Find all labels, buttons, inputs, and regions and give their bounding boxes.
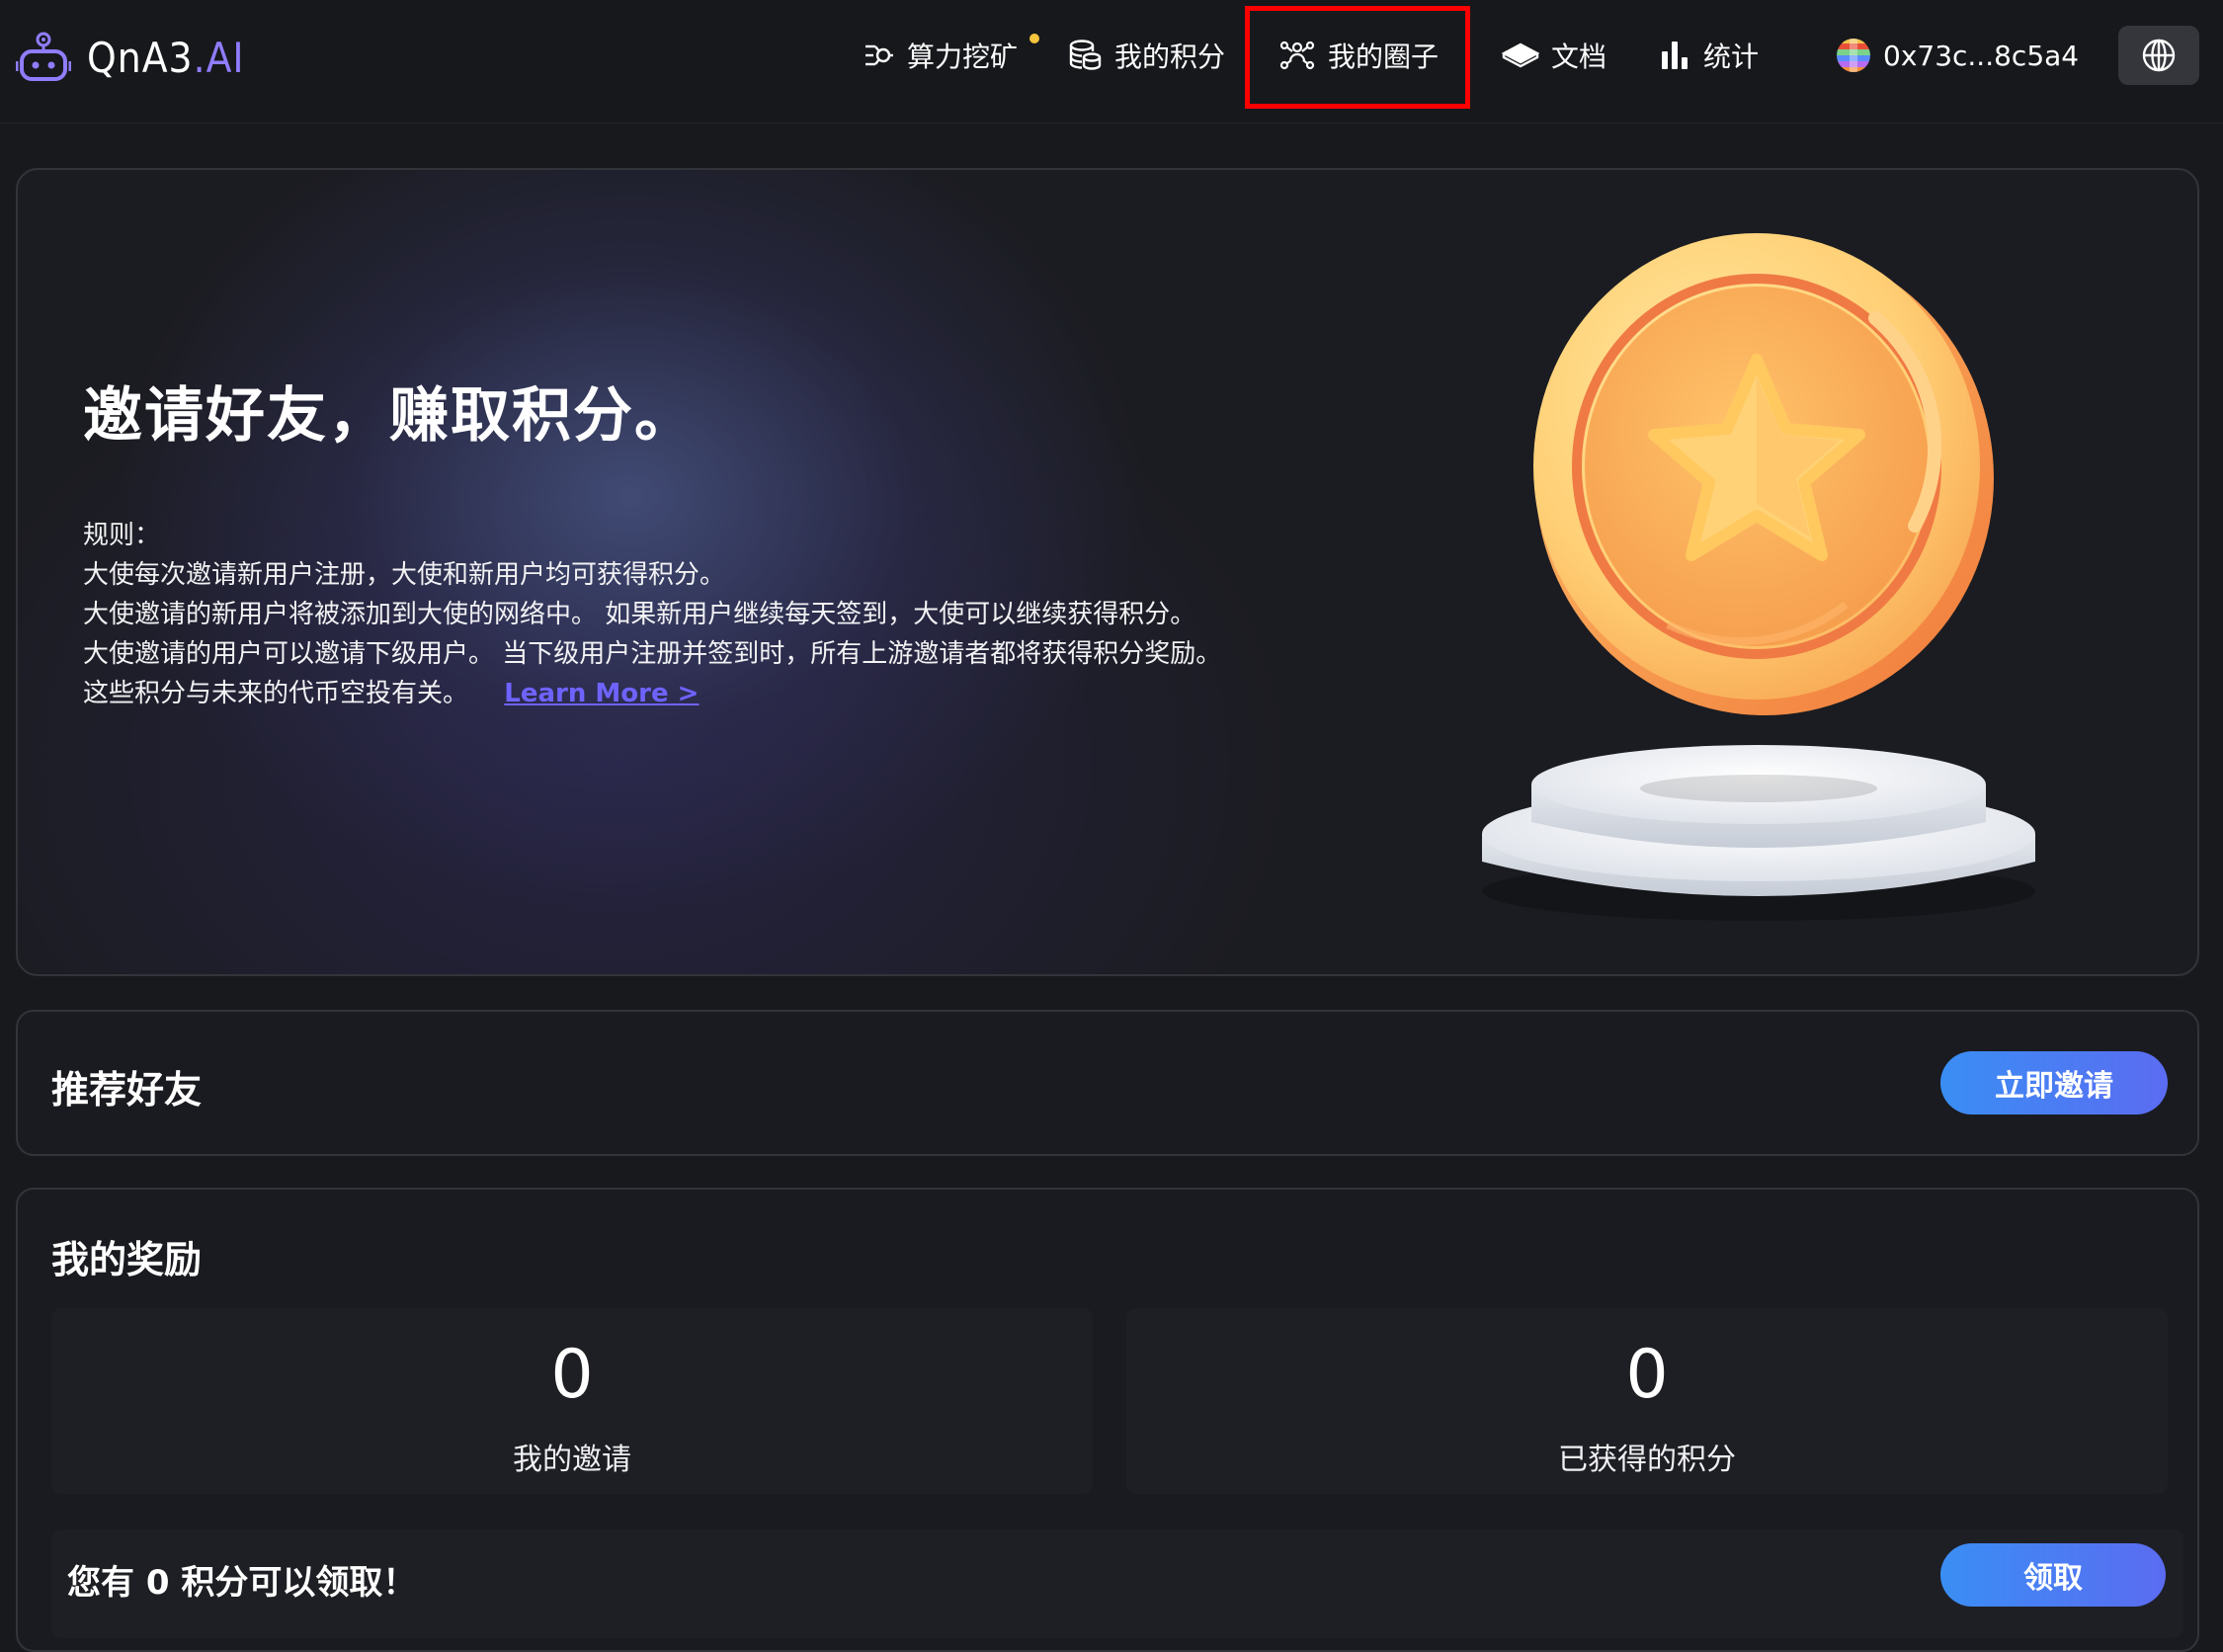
nav-stats-label: 统计 [1703, 41, 1760, 73]
brand-logo[interactable]: QnA3.AI [16, 26, 245, 89]
rule-line-text: 这些积分与未来的代币空投有关。 [83, 679, 469, 708]
invites-count: 0 [550, 1336, 594, 1414]
rules-text: 规则： 大使每次邀请新用户注册，大使和新用户均可获得积分。 大使邀请的新用户将被… [83, 516, 1308, 713]
wallet-address-button[interactable]: 0x73c...8c5a4 [1836, 30, 2079, 81]
invite-hero-card: 邀请好友，赚取积分。 规则： 大使每次邀请新用户注册，大使和新用户均可获得积分。… [16, 168, 2199, 976]
nav-my-points-label: 我的积分 [1114, 41, 1226, 73]
rewards-title: 我的奖励 [51, 1238, 203, 1281]
brand-name-main: QnA3 [87, 33, 194, 82]
nav-docs[interactable]: 文档 [1502, 30, 1606, 81]
top-navbar: QnA3.AI 算力挖矿 我的积分 我的圈子 文档 统计 0x73c...8c5… [0, 0, 2223, 124]
rule-line: 大使每次邀请新用户注册，大使和新用户均可获得积分。 [83, 560, 726, 590]
language-button[interactable] [2118, 26, 2199, 85]
mining-icon [865, 44, 893, 66]
recommend-title: 推荐好友 [51, 1068, 203, 1112]
notification-dot [1029, 34, 1039, 43]
globe-icon [2142, 39, 2176, 72]
nav-docs-label: 文档 [1551, 41, 1607, 73]
my-invites-stat: 0 我的邀请 [51, 1308, 1093, 1494]
claim-button[interactable]: 领取 [1940, 1543, 2166, 1607]
nav-stats[interactable]: 统计 [1660, 30, 1759, 81]
coins-stack-icon [1069, 40, 1102, 70]
rules-heading: 规则： [83, 521, 161, 550]
claimable-points-text: 您有 0 积分可以领取！ [67, 1563, 417, 1603]
hero-title: 邀请好友，赚取积分。 [83, 381, 696, 451]
wallet-address: 0x73c...8c5a4 [1883, 39, 2080, 72]
invites-label: 我的邀请 [513, 1443, 631, 1477]
my-rewards-card: 我的奖励 0 我的邀请 0 已获得的积分 您有 0 积分可以领取！ 领取 [16, 1188, 2199, 1652]
coin-trophy-illustration [1482, 233, 2035, 921]
nav-my-points[interactable]: 我的积分 [1067, 30, 1225, 81]
rule-line: 大使邀请的用户可以邀请下级用户。 当下级用户注册并签到时，所有上游邀请者都将获得… [83, 639, 1222, 669]
claim-row: 您有 0 积分可以领取！ 领取 [51, 1529, 2183, 1638]
wallet-avatar-icon [1837, 39, 1870, 72]
rule-line-last: 这些积分与未来的代币空投有关。 Learn More > [83, 674, 1308, 713]
brand-name-accent: .AI [193, 33, 245, 82]
robot-logo-icon [16, 32, 71, 81]
brand-name: QnA3.AI [87, 34, 245, 82]
nav-mining-label: 算力挖矿 [907, 41, 1019, 73]
invite-now-button[interactable]: 立即邀请 [1940, 1051, 2168, 1115]
earned-points-stat: 0 已获得的积分 [1126, 1308, 2168, 1494]
earned-points-count: 0 [1625, 1336, 1669, 1414]
highlight-box [1245, 6, 1470, 109]
rule-line: 大使邀请的新用户将被添加到大使的网络中。 如果新用户继续每天签到，大使可以继续获… [83, 600, 1196, 629]
book-icon [1502, 42, 1539, 68]
learn-more-link[interactable]: Learn More > [504, 679, 699, 708]
earned-points-label: 已获得的积分 [1558, 1443, 1736, 1477]
bar-chart-icon [1662, 41, 1688, 69]
recommend-friends-card: 推荐好友 立即邀请 [16, 1010, 2199, 1156]
nav-mining[interactable]: 算力挖矿 [862, 30, 1039, 81]
